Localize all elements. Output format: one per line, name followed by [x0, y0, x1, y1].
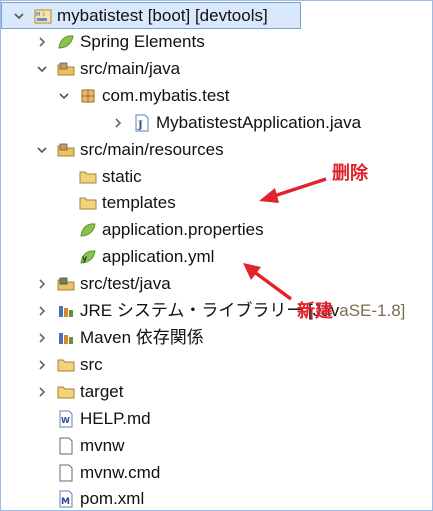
new-arrow [243, 263, 293, 301]
project-explorer-tree: M S mybatistest [boot] [devtools] Spring… [0, 0, 433, 511]
delete-arrow [259, 177, 327, 203]
delete-annotation: 删除 [332, 163, 368, 184]
new-annotation: 新建 [297, 301, 333, 322]
annotation-arrows [243, 177, 327, 301]
